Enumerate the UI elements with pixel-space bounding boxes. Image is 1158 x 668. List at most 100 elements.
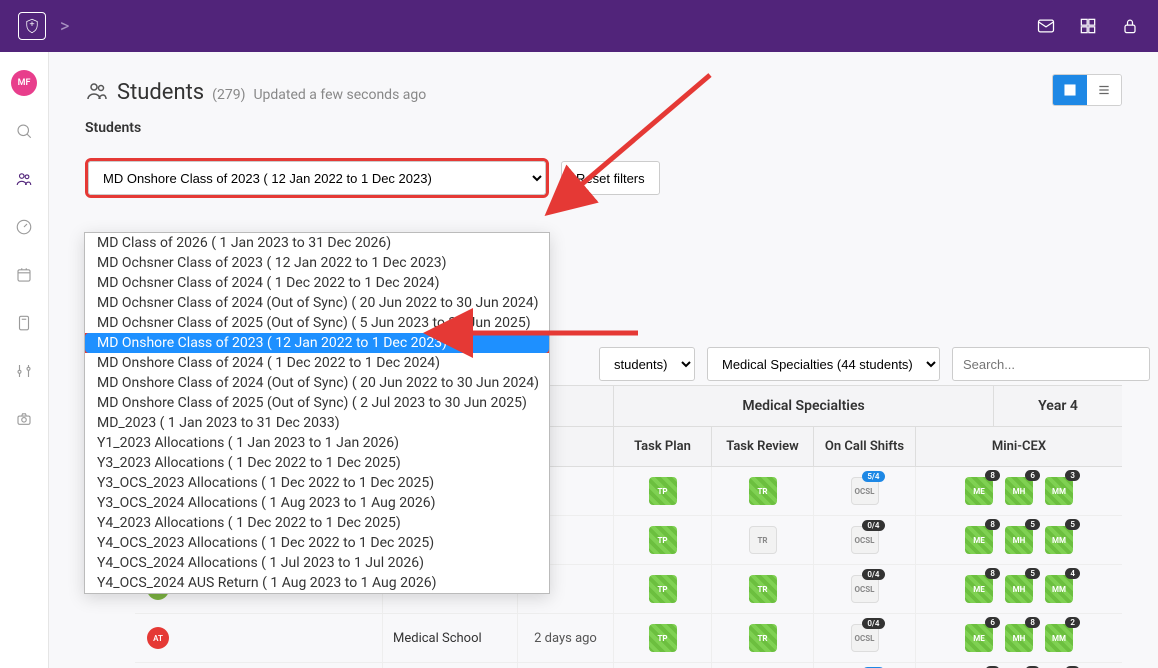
page-title: Students — [117, 80, 204, 105]
dropdown-option[interactable]: Y3_2023 Allocations ( 1 Dec 2022 to 1 De… — [85, 453, 549, 473]
dropdown-option[interactable]: MD Onshore Class of 2025 (Out of Sync) (… — [85, 393, 549, 413]
th-mini-cex[interactable]: Mini-CEX — [915, 427, 1122, 466]
view-toggle — [1052, 74, 1122, 106]
status-badge[interactable]: MH5 — [1005, 575, 1033, 603]
user-avatar[interactable]: MF — [11, 70, 37, 96]
cell-org: Medical School — [382, 663, 517, 668]
student-count: (279) — [212, 87, 245, 103]
count-badge: 8 — [1025, 617, 1040, 628]
cell-org: Medical School — [382, 614, 517, 662]
annotation-arrow-2 — [448, 318, 648, 352]
search-input[interactable] — [952, 347, 1150, 381]
status-badge[interactable]: MM3 — [1045, 477, 1073, 505]
dropdown-option[interactable]: MD Class of 2026 ( 1 Jan 2023 to 31 Dec … — [85, 233, 549, 253]
status-badge[interactable]: ME6 — [965, 624, 993, 652]
status-badge[interactable]: OCSL0/4 — [851, 624, 879, 652]
brand-logo[interactable] — [18, 12, 46, 40]
dropdown-option[interactable]: Y4_2023 Allocations ( 1 Dec 2022 to 1 De… — [85, 513, 549, 533]
table-row[interactable]: AT Medical School2 days ago TP TR OCSL0/4 ME6… — [135, 614, 1122, 663]
th-task-review[interactable]: Task Review — [711, 427, 813, 466]
status-badge[interactable]: MM4 — [1045, 575, 1073, 603]
dropdown-option[interactable]: MD_2023 ( 1 Jan 2023 to 31 Dec 2033) — [85, 413, 549, 433]
nav-search[interactable] — [15, 122, 33, 144]
dropdown-option[interactable]: Y1_2023 Allocations ( 1 Jan 2023 to 1 Ja… — [85, 433, 549, 453]
cohort-select[interactable]: MD Onshore Class of 2023 ( 12 Jan 2022 t… — [88, 161, 546, 195]
grid-icon — [1063, 83, 1077, 97]
list-view-button[interactable] — [1087, 75, 1121, 105]
count-badge: 5 — [1025, 568, 1040, 579]
status-badge[interactable]: TR — [749, 575, 777, 603]
status-badge[interactable]: TP — [649, 526, 677, 554]
status-badge[interactable]: MH8 — [1005, 624, 1033, 652]
dropdown-option[interactable]: Y4_OCS_2023 Allocations ( 1 Dec 2022 to … — [85, 533, 549, 553]
status-badge[interactable]: MH6 — [1005, 477, 1033, 505]
status-badge[interactable]: ME8 — [965, 477, 993, 505]
mail-icon[interactable] — [1036, 16, 1056, 36]
secondary-filters: students) Medical Specialties (44 studen… — [599, 347, 1122, 381]
nav-dashboard[interactable] — [15, 218, 33, 240]
apps-icon[interactable] — [1078, 16, 1098, 36]
status-badge[interactable]: TP — [649, 624, 677, 652]
grid-view-button[interactable] — [1053, 75, 1087, 105]
dropdown-option[interactable]: MD Onshore Class of 2024 (Out of Sync) (… — [85, 373, 549, 393]
count-badge: 8 — [985, 568, 1000, 579]
status-badge[interactable]: TP — [649, 477, 677, 505]
cell-last-active: 2 days ago — [517, 614, 613, 662]
th-group-medspec: Medical Specialties — [613, 386, 993, 427]
dropdown-option[interactable]: MD Onshore Class of 2024 ( 1 Dec 2022 to… — [85, 353, 549, 373]
count-badge: 4 — [1065, 568, 1080, 579]
dropdown-option[interactable]: MD Ochsner Class of 2024 ( 1 Dec 2022 to… — [85, 273, 549, 293]
count-badge: 0/4 — [862, 569, 884, 580]
th-task-plan[interactable]: Task Plan — [613, 427, 711, 466]
dropdown-option[interactable]: Y3_OCS_2024 Allocations ( 1 Aug 2023 to … — [85, 493, 549, 513]
status-badge[interactable]: OCSL0/4 — [851, 575, 879, 603]
status-badge[interactable]: ME8 — [965, 526, 993, 554]
status-badge[interactable]: MM5 — [1045, 526, 1073, 554]
dropdown-option[interactable]: MD Ochsner Class of 2023 ( 12 Jan 2022 t… — [85, 253, 549, 273]
calendar-icon — [15, 266, 33, 284]
calculator-icon — [15, 314, 33, 332]
nav-students[interactable] — [15, 170, 33, 192]
count-badge: 5 — [1025, 519, 1040, 530]
status-badge[interactable]: MM2 — [1045, 624, 1073, 652]
dropdown-option[interactable]: Y4_OCS_2024 AUS Return ( 1 Aug 2023 to 1… — [85, 573, 549, 593]
dropdown-option[interactable]: Y4_OCS_2024 Allocations ( 1 Jul 2023 to … — [85, 553, 549, 573]
status-badge[interactable]: MH5 — [1005, 526, 1033, 554]
count-badge: 6 — [1025, 470, 1040, 481]
student-avatar: AT — [147, 627, 169, 649]
status-badge[interactable]: ME8 — [965, 575, 993, 603]
dropdown-option[interactable]: MD Ochsner Class of 2024 (Out of Sync) (… — [85, 293, 549, 313]
status-badge[interactable]: TR — [749, 624, 777, 652]
table-row[interactable]: BDMedical School4 days agoTPTROCSL4/4ME8… — [135, 663, 1122, 668]
count-badge: 5 — [1065, 519, 1080, 530]
nav-calendar[interactable] — [15, 266, 33, 288]
nav-tools[interactable] — [15, 362, 33, 384]
camera-icon — [15, 410, 33, 428]
nav-calculator[interactable] — [15, 314, 33, 336]
students-count-select[interactable]: students) — [599, 347, 695, 381]
lock-icon[interactable] — [1120, 16, 1140, 36]
specialty-select[interactable]: Medical Specialties (44 students) — [707, 347, 940, 381]
breadcrumb-chevron: > — [60, 16, 69, 37]
status-badge[interactable]: OCSL5/4 — [851, 477, 879, 505]
nav-camera[interactable] — [15, 410, 33, 432]
th-group-year4: Year 4 — [993, 386, 1122, 427]
sliders-icon — [15, 362, 33, 380]
search-icon — [15, 122, 33, 140]
gauge-icon — [15, 218, 33, 236]
count-badge: 8 — [985, 470, 1000, 481]
count-badge: 2 — [1065, 617, 1080, 628]
cohort-dropdown-list[interactable]: MD Class of 2026 ( 1 Jan 2023 to 31 Dec … — [84, 232, 550, 594]
users-icon — [15, 170, 33, 188]
dropdown-option[interactable]: Y3_OCS_2023 Allocations ( 1 Dec 2022 to … — [85, 473, 549, 493]
status-badge[interactable]: OCSL0/4 — [851, 526, 879, 554]
status-badge[interactable]: TR — [749, 477, 777, 505]
th-on-call[interactable]: On Call Shifts — [813, 427, 915, 466]
status-badge[interactable]: TR — [749, 526, 777, 554]
count-badge: 6 — [985, 617, 1000, 628]
annotation-arrow-1 — [560, 65, 720, 209]
status-badge[interactable]: TP — [649, 575, 677, 603]
list-icon — [1097, 83, 1111, 97]
students-icon — [85, 79, 109, 103]
cohort-select-wrap: MD Onshore Class of 2023 ( 12 Jan 2022 t… — [85, 158, 549, 198]
